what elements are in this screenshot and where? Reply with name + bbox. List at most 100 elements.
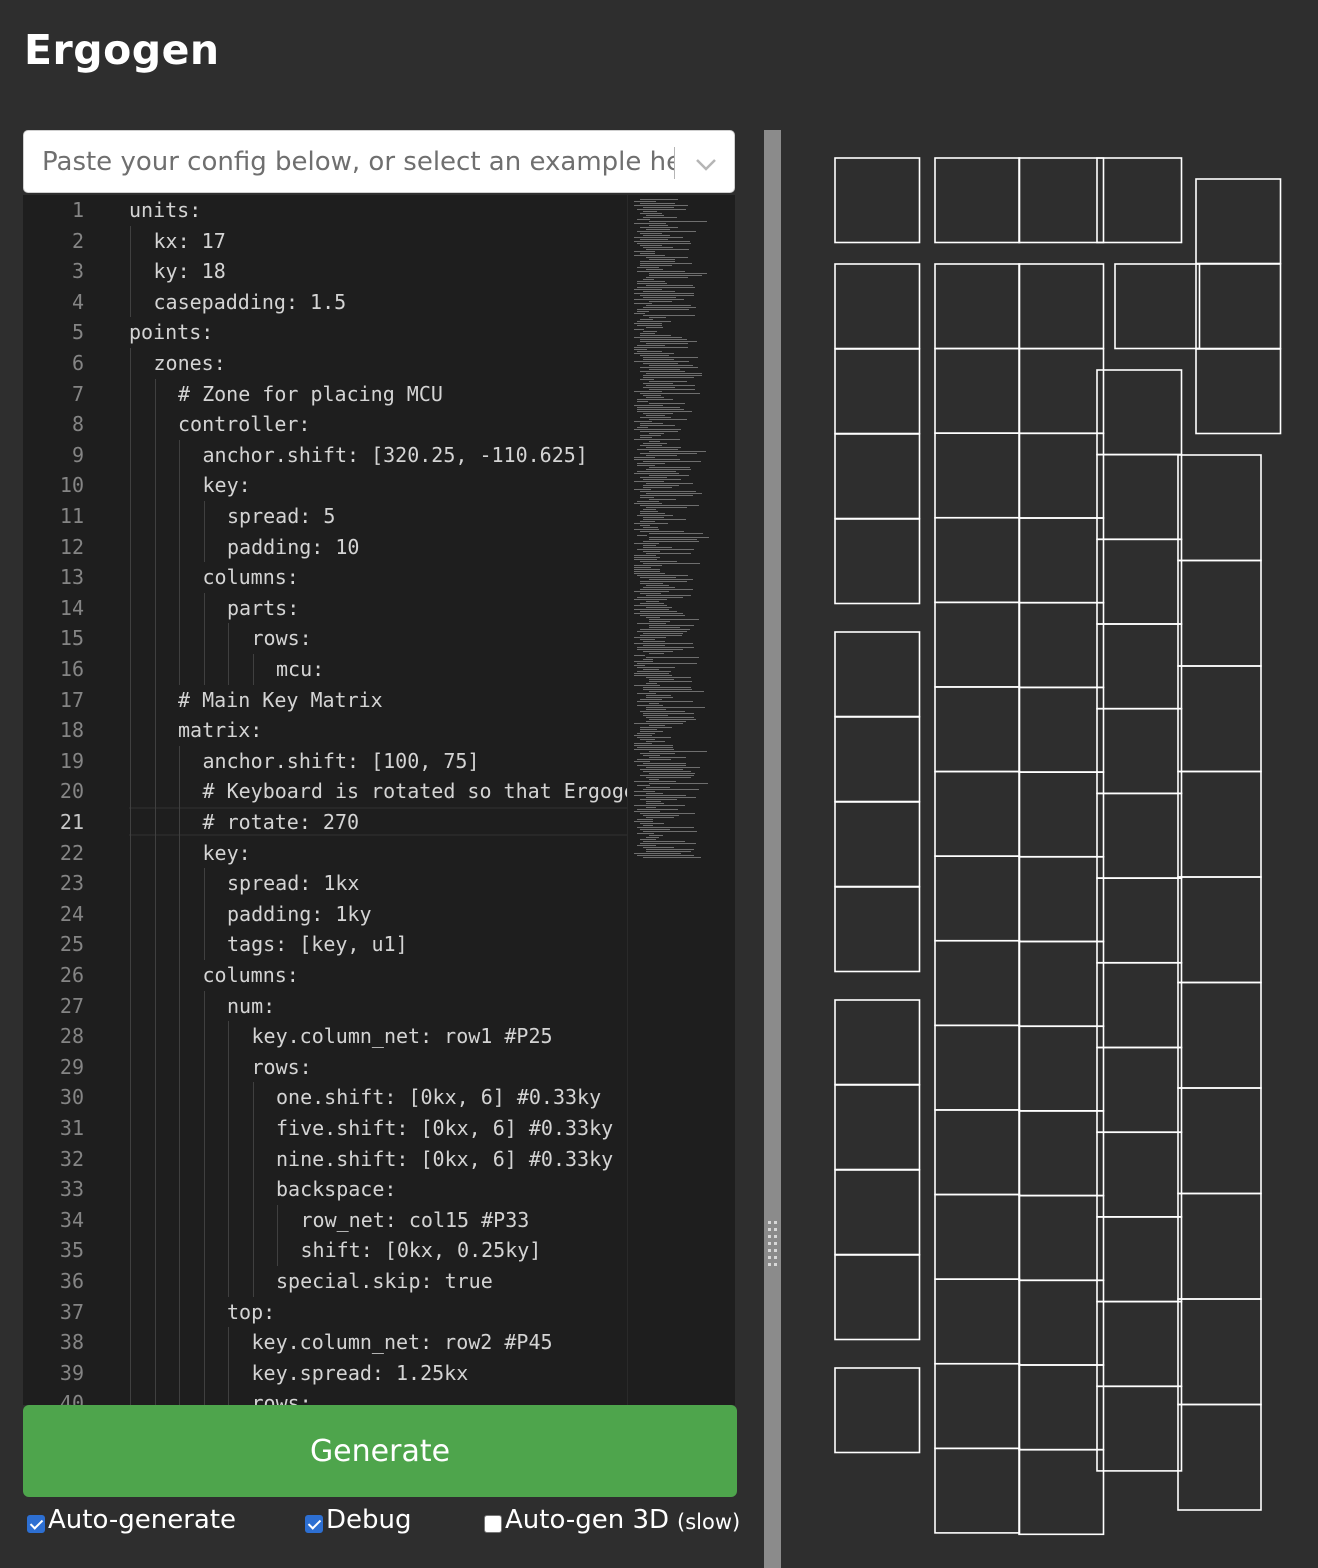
- indent-guide: [228, 1327, 229, 1405]
- code-line: spread: 5: [227, 504, 336, 528]
- indent-guide: [154, 378, 156, 1405]
- select-separator: [674, 147, 675, 179]
- example-select[interactable]: Paste your config below, or select an ex…: [23, 130, 735, 193]
- code-line: rows:: [251, 1054, 312, 1079]
- key-outline: [1018, 1449, 1105, 1536]
- key-outline: [934, 1278, 1021, 1365]
- key-outline: [1114, 263, 1201, 350]
- code-line: matrix:: [178, 718, 263, 743]
- code-area[interactable]: units: kx: 17 ky: 18 casepadding: 1.5 points…: [23, 195, 627, 1405]
- minimap-line: [649, 691, 704, 693]
- key-outline: [834, 631, 921, 718]
- auto-gen-3d-label: Auto-gen 3D: [505, 1505, 670, 1535]
- code-line: # Main Key Matrix: [178, 687, 383, 712]
- auto-gen-3d-option[interactable]: Auto-gen 3D (slow): [484, 1500, 740, 1540]
- code-line: anchor.shift: [100, 75]: [202, 748, 480, 773]
- key-outline: [934, 855, 1021, 942]
- code-line: five.shift: [0kx, 6] #0.33ky: [276, 1116, 614, 1140]
- code-line: backspace:: [276, 1177, 397, 1202]
- code-line: controller:: [178, 412, 311, 437]
- code-line: top:: [227, 1299, 276, 1324]
- minimap-line: [637, 535, 648, 537]
- key-outline: [934, 157, 1021, 244]
- key-outline: [934, 1193, 1021, 1280]
- code-line: key.column_net: row1 #P25: [251, 1024, 553, 1049]
- key-outline: [1177, 1192, 1262, 1300]
- key-outline: [934, 263, 1021, 350]
- key-outline: [1018, 856, 1105, 943]
- generate-button[interactable]: Generate: [23, 1405, 737, 1497]
- code-line: special.skip: true: [276, 1269, 493, 1293]
- code-line: parts:: [227, 595, 300, 620]
- debug-checkbox[interactable]: [305, 1515, 323, 1533]
- key-outline: [1018, 347, 1105, 435]
- minimap-line: [637, 663, 697, 665]
- indent-guide: [228, 1021, 229, 1297]
- panel-splitter[interactable]: [764, 130, 781, 1568]
- auto-generate-option[interactable]: Auto-generate: [27, 1500, 236, 1540]
- minimap-line: [649, 533, 703, 535]
- key-outline: [1195, 348, 1282, 435]
- key-outline: [1177, 770, 1262, 878]
- auto-gen-3d-checkbox[interactable]: [484, 1515, 502, 1533]
- indent-guide: [179, 439, 180, 685]
- minimap-line: [646, 657, 700, 659]
- key-outline: [1177, 1403, 1262, 1511]
- minimap-line: [634, 655, 645, 657]
- key-outline: [834, 518, 921, 605]
- key-outline: [1096, 538, 1183, 625]
- code-line: zones:: [153, 351, 226, 375]
- key-outline: [1096, 877, 1183, 964]
- code-line: kx: 17: [153, 228, 226, 253]
- key-outline: [1018, 517, 1105, 604]
- key-outline: [834, 1254, 921, 1341]
- indent-guide: [203, 592, 205, 685]
- key-outline: [1018, 1025, 1105, 1112]
- code-line: key:: [202, 840, 251, 865]
- key-outline: [1018, 263, 1105, 350]
- minimap-line: [637, 701, 694, 703]
- key-outline: [1018, 1279, 1105, 1366]
- grip-dots-icon[interactable]: [767, 1220, 778, 1272]
- key-outline: [1018, 1194, 1105, 1281]
- app-title: Ergogen: [24, 26, 220, 74]
- minimap-line: [649, 783, 709, 785]
- key-outline: [1018, 601, 1105, 689]
- key-outline: [834, 1084, 921, 1171]
- key-outline: [934, 686, 1021, 773]
- key-outline: [1177, 981, 1262, 1089]
- indent-guide: [252, 1082, 254, 1297]
- key-outline: [834, 263, 921, 350]
- minimap-line: [646, 327, 663, 329]
- chevron-down-icon[interactable]: [693, 151, 719, 177]
- key-outline: [1018, 1364, 1105, 1451]
- indent-guide: [130, 225, 131, 318]
- auto-gen-3d-note: (slow): [677, 1510, 741, 1534]
- indent-guide: [252, 654, 254, 685]
- minimap[interactable]: [627, 195, 735, 1405]
- config-editor[interactable]: 1 2 3 4 5 6 7 8 9 10 11 12 13 14 15 16 17 18 19 20 21 22 23 24 2…: [23, 195, 735, 1405]
- code-line: rows:: [251, 1391, 312, 1405]
- key-outline: [834, 1367, 921, 1454]
- key-outline: [1096, 1300, 1183, 1387]
- debug-option[interactable]: Debug: [305, 1500, 412, 1540]
- code-line: padding: 10: [227, 534, 360, 559]
- code-line: ky: 18: [153, 259, 226, 284]
- code-line: one.shift: [0kx, 6] #0.33ky: [276, 1085, 602, 1110]
- example-select-placeholder: Paste your config below, or select an ex…: [42, 147, 674, 177]
- key-outline: [1018, 1110, 1105, 1197]
- code-line: # rotate: 270: [202, 810, 360, 834]
- code-line: columns:: [202, 565, 299, 590]
- indent-guide: [277, 1204, 278, 1266]
- key-outline: [834, 886, 921, 973]
- key-outline: [1096, 962, 1183, 1049]
- key-outline: [1018, 771, 1105, 858]
- key-outline: [834, 716, 921, 803]
- minimap-line: [637, 219, 650, 221]
- key-outline: [1018, 157, 1105, 244]
- key-outline: [1195, 178, 1282, 265]
- auto-generate-checkbox[interactable]: [27, 1515, 45, 1533]
- key-outline: [834, 1169, 921, 1256]
- indent-guide: [228, 623, 229, 685]
- indent-guide: [203, 990, 205, 1405]
